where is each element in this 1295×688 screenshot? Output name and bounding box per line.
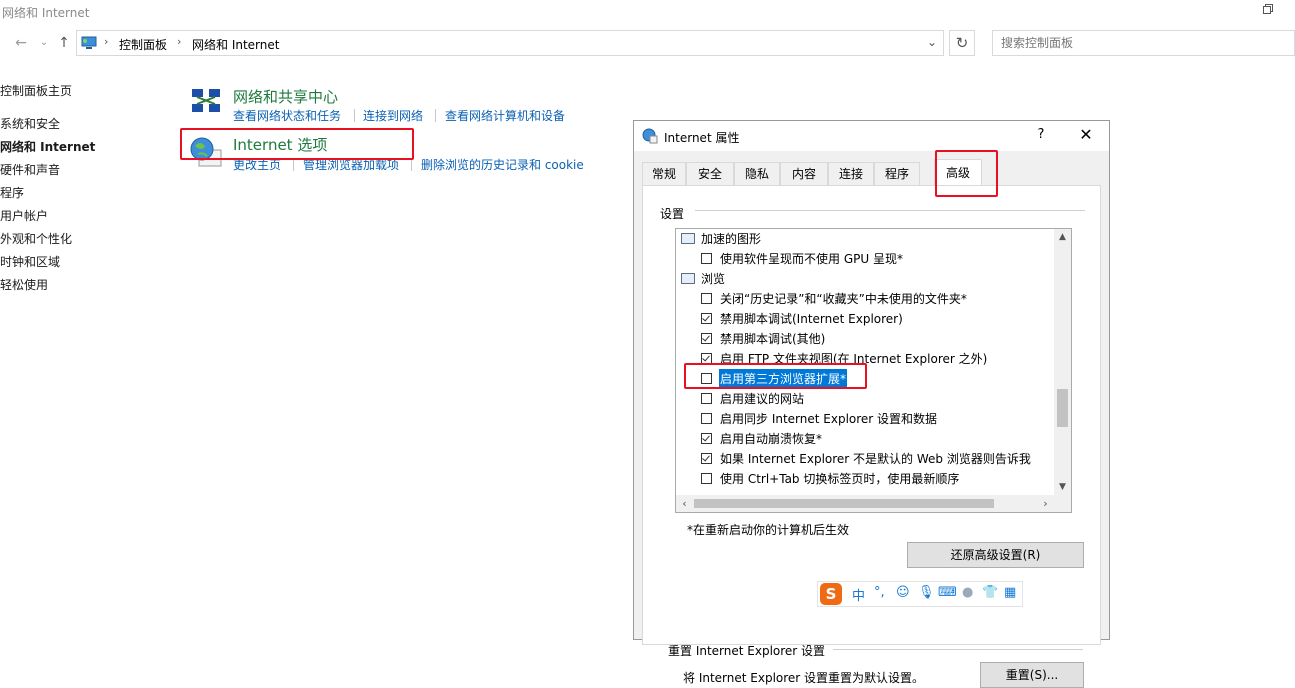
back-arrow-icon[interactable]: ← [12,34,30,52]
window-titlebar: 网络和 Internet [0,0,1295,24]
reset-divider [833,649,1083,650]
checkbox[interactable] [701,473,712,484]
control-panel-icon [81,36,97,49]
help-button[interactable]: ? [1032,127,1050,142]
restore-advanced-settings-button[interactable]: 还原高级设置(R) [907,542,1084,568]
breadcrumb-separator: › [104,35,109,48]
breadcrumb-control-panel[interactable]: 控制面板 [119,36,167,53]
search-box[interactable] [992,30,1295,56]
horizontal-scroll-thumb[interactable] [694,499,994,508]
settings-label: 设置 [660,207,685,221]
keyboard-icon[interactable]: ⌨ [938,585,957,600]
tab-content[interactable]: 内容 [780,162,828,186]
advanced-panel: 设置 加速的图形 使用软件呈现而不使用 GPU 呈现* 浏览 关闭“历史记录”和… [642,185,1101,688]
ime-punctuation-toggle[interactable]: °, [874,585,885,600]
checkbox[interactable] [701,313,712,324]
nav-user-accounts[interactable]: 用户帐户 [0,207,48,224]
tab-connections[interactable]: 连接 [828,162,874,186]
setting-label: 启用建议的网站 [720,392,805,406]
reset-section-label: 重置 Internet Explorer 设置 [668,644,826,658]
highlight-third-party-extensions [684,363,867,389]
breadcrumb-network-internet[interactable]: 网络和 Internet [192,36,279,53]
tab-privacy[interactable]: 隐私 [734,162,780,186]
setting-label: 启用同步 Internet Explorer 设置和数据 [720,412,938,426]
checkbox[interactable] [701,293,712,304]
ime-toolbar[interactable]: S 中 °, ☺ 🎙 ⌨ ● 👕 ▦ [817,581,1023,607]
nav-system-security[interactable]: 系统和安全 [0,115,60,132]
link-divider [354,109,355,122]
vertical-scroll-thumb[interactable] [1057,389,1068,427]
list-group-icon [681,273,695,284]
tab-security[interactable]: 安全 [686,162,734,186]
scroll-left-icon[interactable]: ‹ [676,495,693,512]
highlight-internet-options [180,128,414,160]
nav-control-panel-home[interactable]: 控制面板主页 [0,82,72,99]
link-divider [435,109,436,122]
ime-mode-toggle[interactable]: 中 [852,585,865,604]
close-button[interactable]: ✕ [1076,125,1096,144]
checkbox[interactable] [701,333,712,344]
setting-label: 使用 Ctrl+Tab 切换标签页时，使用最新顺序 [720,472,960,486]
breadcrumb-separator: › [177,35,182,48]
address-dropdown-icon[interactable]: ⌄ [927,35,937,49]
nav-clock-region[interactable]: 时钟和区域 [0,253,60,270]
view-network-computers-link[interactable]: 查看网络计算机和设备 [445,107,565,124]
recent-pages-chevron-icon[interactable]: ⌄ [35,34,53,52]
image-group-icon [681,233,695,244]
checkbox[interactable] [701,413,712,424]
checkbox[interactable] [701,393,712,404]
reset-button[interactable]: 重置(S)... [980,662,1084,688]
highlight-advanced-tab [935,150,998,197]
dialog-titlebar: Internet 属性 ? ✕ [634,121,1109,151]
setting-label: 启用自动崩溃恢复* [720,432,823,446]
tab-general[interactable]: 常规 [642,162,686,186]
view-network-status-link[interactable]: 查看网络状态和任务 [233,107,341,124]
checkbox[interactable] [701,433,712,444]
address-bar[interactable]: › 控制面板 › 网络和 Internet ⌄ [76,30,944,56]
refresh-icon[interactable]: ↻ [949,30,975,56]
setting-label: 如果 Internet Explorer 不是默认的 Web 浏览器则告诉我 [720,452,1031,466]
up-arrow-icon[interactable]: ↑ [55,34,73,52]
emoji-icon[interactable]: ☺ [896,585,910,600]
internet-properties-icon [642,128,658,144]
vertical-scrollbar[interactable]: ▲ ▼ [1054,229,1071,496]
nav-programs[interactable]: 程序 [0,184,24,201]
toolbox-icon[interactable]: ▦ [1004,585,1016,600]
nav-ease-of-access[interactable]: 轻松使用 [0,276,48,293]
skin-icon[interactable]: 👕 [982,585,998,600]
network-sharing-icon [192,89,220,112]
group-label: 加速的图形 [701,232,762,246]
checkbox[interactable] [701,253,712,264]
setting-label: 禁用脚本调试(其他) [720,332,826,346]
group-label: 浏览 [701,272,726,286]
navigation-bar: ← ⌄ ↑ › 控制面板 › 网络和 Internet ⌄ ↻ [0,28,1295,60]
reset-description: 将 Internet Explorer 设置重置为默认设置。 [683,671,925,685]
microphone-icon[interactable]: 🎙 [918,585,935,600]
tab-programs[interactable]: 程序 [874,162,920,186]
dialog-title: Internet 属性 [664,131,740,145]
nav-hardware-sound[interactable]: 硬件和声音 [0,161,60,178]
restart-note: *在重新启动你的计算机后生效 [687,523,850,537]
search-input[interactable] [1001,35,1281,51]
user-icon[interactable]: ● [962,585,973,600]
scroll-right-icon[interactable]: › [1037,495,1054,512]
setting-label: 使用软件呈现而不使用 GPU 呈现* [720,252,903,266]
nav-network-internet[interactable]: 网络和 Internet [0,138,95,155]
scroll-up-icon[interactable]: ▲ [1054,229,1071,246]
settings-divider [695,210,1085,211]
horizontal-scrollbar[interactable]: ‹ › [676,495,1071,512]
window-title: 网络和 Internet [2,6,90,20]
restore-window-icon[interactable] [1263,4,1273,14]
setting-label: 关闭“历史记录”和“收藏夹”中未使用的文件夹* [720,292,967,306]
setting-label: 禁用脚本调试(Internet Explorer) [720,312,903,326]
nav-appearance[interactable]: 外观和个性化 [0,230,72,247]
network-sharing-heading[interactable]: 网络和共享中心 [233,86,338,107]
scroll-down-icon[interactable]: ▼ [1054,479,1071,496]
connect-to-network-link[interactable]: 连接到网络 [363,107,423,124]
checkbox[interactable] [701,453,712,464]
delete-history-link[interactable]: 删除浏览的历史记录和 cookie [421,156,584,173]
sogou-logo-icon[interactable]: S [820,583,842,605]
